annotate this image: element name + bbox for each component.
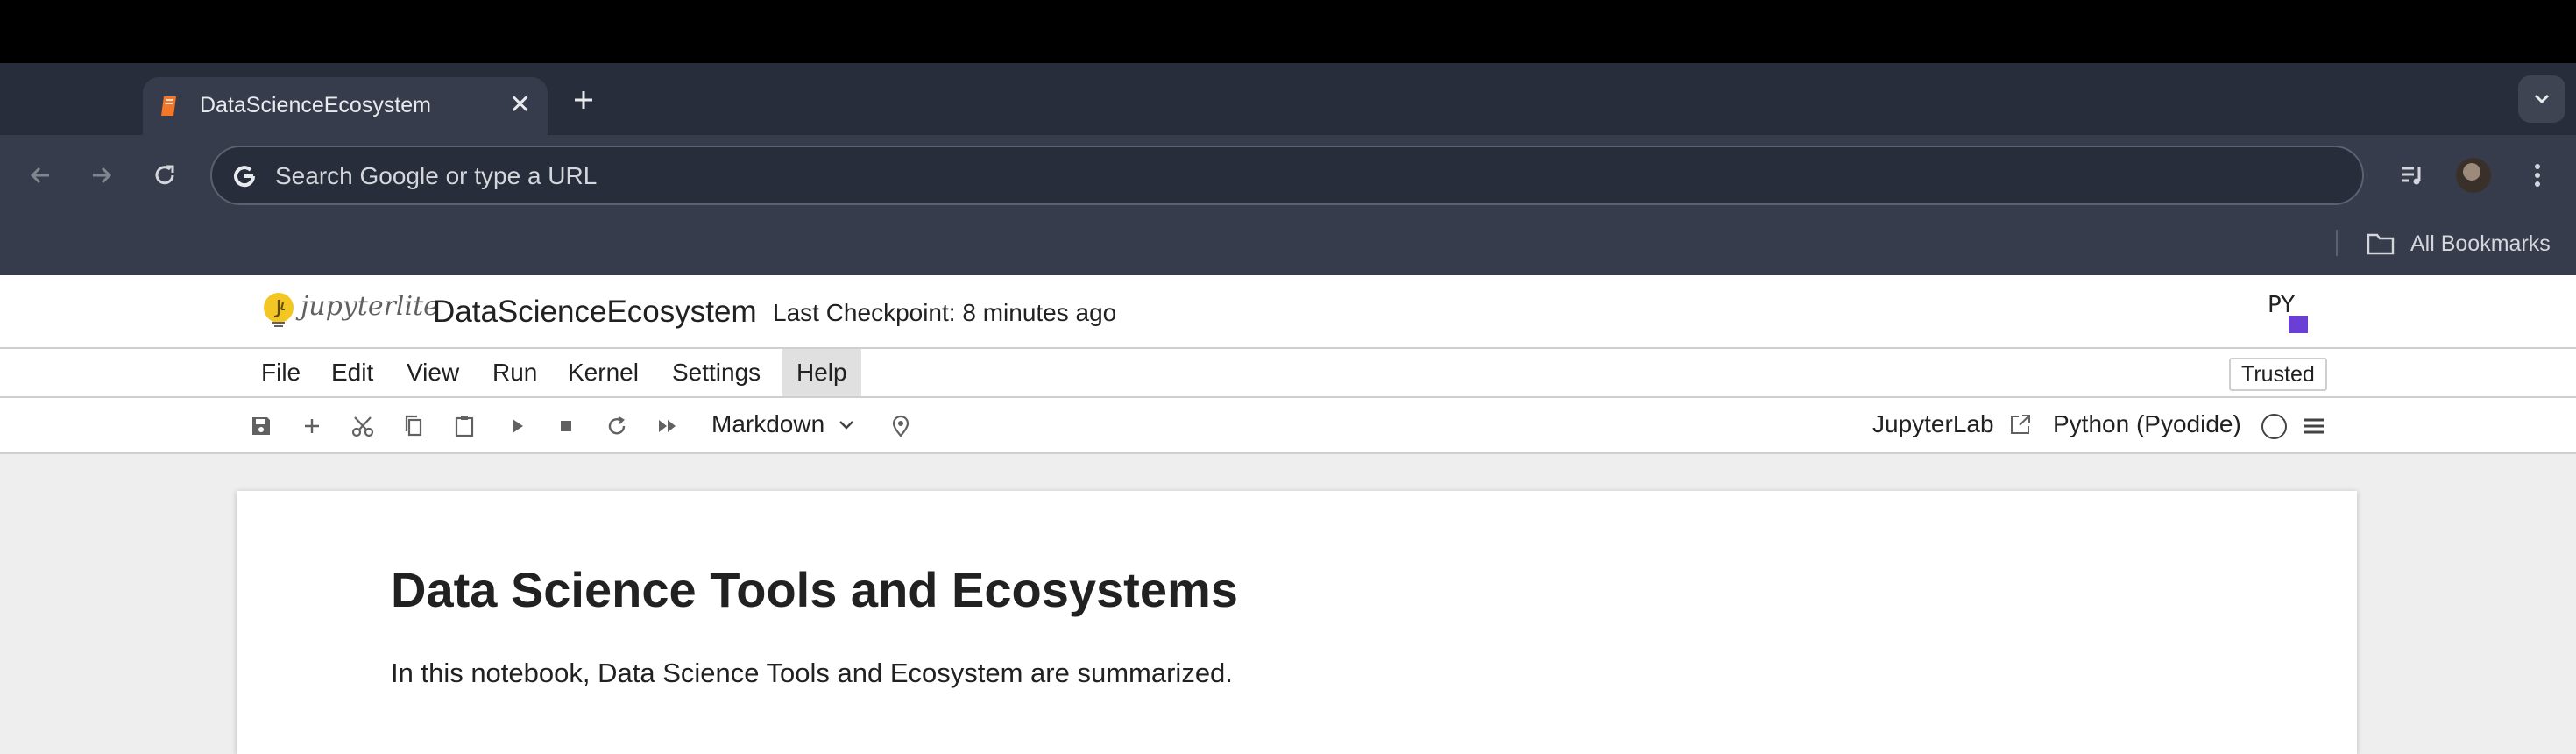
browser-toolbar: Search Google or type a URL <box>0 135 2576 216</box>
notebook-page: Data Science Tools and Ecosystems In thi… <box>237 491 2357 754</box>
markdown-paragraph[interactable]: In this notebook, Data Science Tools and… <box>391 658 1233 689</box>
close-icon[interactable]: ✕ <box>509 92 531 118</box>
restart-icon[interactable] <box>603 412 631 440</box>
add-cell-icon[interactable] <box>298 412 326 440</box>
all-bookmarks-link[interactable]: All Bookmarks <box>2410 231 2551 257</box>
copy-icon[interactable] <box>400 412 428 440</box>
map-pin-icon[interactable] <box>887 412 915 440</box>
profile-avatar[interactable] <box>2456 158 2491 193</box>
address-bar[interactable]: Search Google or type a URL <box>210 146 2364 205</box>
jupyter-menubar: File Edit View Run Kernel Settings Help … <box>0 349 2576 398</box>
back-arrow-icon[interactable] <box>23 158 58 193</box>
notebook-icon <box>161 96 176 116</box>
notebook-toolbar: Markdown JupyterLab Python (Pyodide) <box>0 398 2576 454</box>
save-icon[interactable] <box>247 412 275 440</box>
google-icon <box>234 166 256 188</box>
notebook-title[interactable]: DataScienceEcosystem <box>433 295 757 330</box>
cell-type-select[interactable]: Markdown <box>711 410 824 438</box>
bookmarks-divider <box>2336 230 2338 256</box>
external-link-icon[interactable] <box>2006 410 2035 438</box>
paste-icon[interactable] <box>450 412 478 440</box>
window-top-bar <box>0 0 2576 63</box>
jupyterlite-logo-icon <box>264 293 294 327</box>
reload-icon[interactable] <box>147 158 182 193</box>
menu-view[interactable]: View <box>393 349 473 396</box>
svg-text:PY: PY <box>2268 292 2295 318</box>
menu-kernel[interactable]: Kernel <box>554 349 653 396</box>
jupyterlab-link[interactable]: JupyterLab <box>1872 410 1994 438</box>
bookmarks-bar: All Bookmarks <box>0 216 2576 275</box>
pyodide-logo-icon: PY <box>2268 292 2308 333</box>
markdown-heading[interactable]: Data Science Tools and Ecosystems <box>391 561 1238 618</box>
browser-tab[interactable]: DataScienceEcosystem ✕ <box>143 77 548 135</box>
menu-lines-icon[interactable] <box>2300 412 2328 440</box>
last-checkpoint: Last Checkpoint: 8 minutes ago <box>773 299 1117 326</box>
notebook-area: Data Science Tools and Ecosystems In thi… <box>0 454 2576 754</box>
media-control-icon[interactable] <box>2395 158 2430 193</box>
plus-icon[interactable] <box>566 82 601 117</box>
tab-title: DataScienceEcosystem <box>200 93 432 117</box>
address-bar-placeholder: Search Google or type a URL <box>275 162 598 189</box>
kernel-name[interactable]: Python (Pyodide) <box>2053 410 2241 438</box>
jupyter-header: jupyterlite DataScienceEcosystem Last Ch… <box>0 275 2576 349</box>
menu-settings[interactable]: Settings <box>658 349 775 396</box>
more-vert-icon[interactable] <box>2520 158 2555 193</box>
fast-forward-icon[interactable] <box>654 412 682 440</box>
menu-run[interactable]: Run <box>478 349 551 396</box>
menu-edit[interactable]: Edit <box>317 349 387 396</box>
cut-icon[interactable] <box>349 412 377 440</box>
trusted-indicator[interactable]: Trusted <box>2229 358 2327 391</box>
tab-search-button[interactable] <box>2518 75 2565 123</box>
jupyterlite-logo-text: jupyterlite <box>301 291 439 322</box>
menu-file[interactable]: File <box>247 349 315 396</box>
forward-arrow-icon[interactable] <box>84 158 119 193</box>
chevron-down-icon <box>2534 94 2550 104</box>
stop-icon[interactable] <box>552 412 580 440</box>
tab-strip: DataScienceEcosystem ✕ <box>0 63 2576 135</box>
chevron-down-icon[interactable] <box>838 419 855 431</box>
menu-help[interactable]: Help <box>782 349 861 396</box>
folder-icon <box>2367 233 2395 255</box>
run-icon[interactable] <box>503 412 531 440</box>
kernel-status-indicator <box>2261 414 2287 439</box>
